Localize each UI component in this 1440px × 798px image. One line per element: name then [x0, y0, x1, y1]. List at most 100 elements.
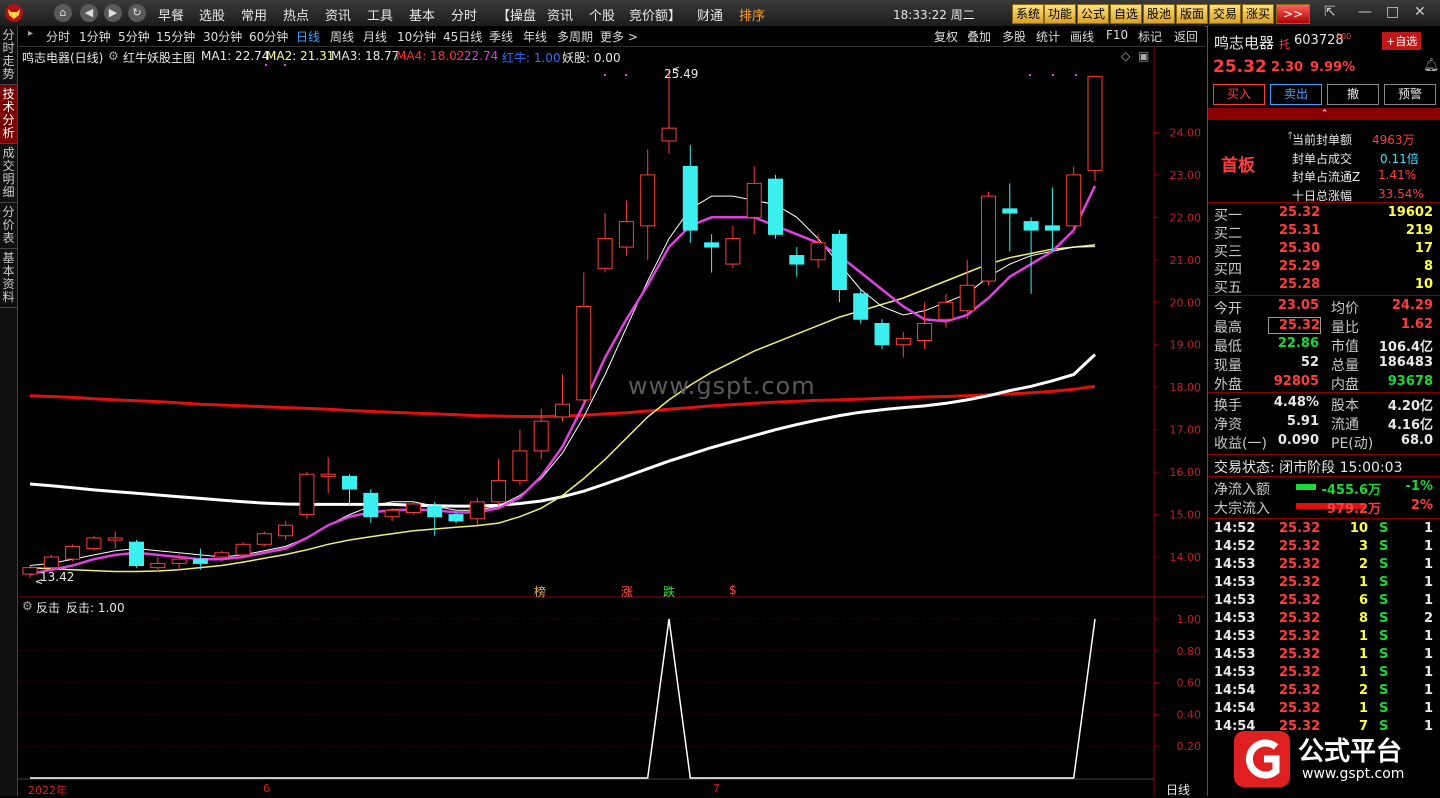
tab-basic-data[interactable]: 基本资料 — [0, 249, 17, 308]
restore-rights-button[interactable]: 复权 — [934, 28, 958, 45]
tick-time: 14:53 — [1214, 611, 1256, 626]
back-icon[interactable]: ◀ — [80, 4, 98, 22]
settings-gear-icon[interactable]: ⚙ — [108, 49, 119, 63]
overlay-button[interactable]: 叠加 — [967, 28, 991, 45]
return-button[interactable]: 返回 — [1174, 28, 1198, 45]
formula-button[interactable]: 公式 — [1077, 4, 1110, 24]
f10-button[interactable]: F10 — [1106, 28, 1128, 42]
divider — [1208, 295, 1440, 296]
layout-button[interactable]: 版面 — [1176, 4, 1209, 24]
sell-button[interactable]: 卖出 — [1270, 84, 1322, 105]
collapse-chevron-icon[interactable]: ⌃ — [1208, 108, 1440, 120]
bell-icon[interactable]: 🔔︎ — [1423, 58, 1440, 73]
menu-trading[interactable]: 【操盘 — [497, 5, 536, 24]
period-daily[interactable]: 日线 — [296, 28, 320, 45]
quote-label: 最低 — [1214, 339, 1242, 355]
candle-up — [256, 533, 272, 545]
candle-down — [427, 505, 443, 518]
x-label-june: 6 — [263, 782, 270, 795]
cancel-order-button[interactable]: 撤 — [1327, 84, 1379, 105]
multi-stock-button[interactable]: 多股 — [1002, 28, 1026, 45]
tick-count: 1 — [1423, 647, 1433, 662]
minimize-icon[interactable]: — — [1358, 4, 1372, 20]
seal-label: 十日总涨幅 — [1292, 188, 1353, 203]
maximize-icon[interactable]: □ — [1386, 4, 1399, 20]
candle-up — [576, 306, 592, 401]
menu-sort[interactable]: 排序 — [739, 5, 765, 24]
period-1min[interactable]: 1分钟 — [79, 28, 111, 45]
buy-button[interactable]: 买入 — [1213, 84, 1265, 105]
quote-value: 92805 — [1273, 374, 1319, 389]
menu-intraday[interactable]: 分时 — [451, 5, 477, 24]
mark-button[interactable]: 标记 — [1138, 28, 1162, 45]
indicator-name[interactable]: 红牛妖股主图 — [123, 49, 195, 66]
tick-time: 14:53 — [1214, 575, 1256, 590]
period-10min[interactable]: 10分钟 — [397, 28, 436, 45]
flow-value: -455.6万 — [1321, 483, 1381, 498]
signal-dot — [284, 64, 286, 66]
toggle-icon[interactable]: ▸ — [28, 28, 33, 39]
system-button[interactable]: 系统 — [1012, 4, 1045, 24]
period-30min[interactable]: 30分钟 — [203, 28, 242, 45]
home-icon[interactable]: ⌂ — [54, 4, 72, 22]
period-multi[interactable]: 多周期 — [557, 28, 593, 45]
tick-side: S — [1379, 647, 1389, 662]
statistics-button[interactable]: 统计 — [1036, 28, 1060, 45]
tick-price: 25.32 — [1279, 575, 1321, 590]
period-weekly[interactable]: 周线 — [330, 28, 354, 45]
more-button[interactable]: >> — [1276, 4, 1310, 24]
tick-count: 1 — [1423, 557, 1433, 572]
period-yearly[interactable]: 年线 — [523, 28, 547, 45]
period-5min[interactable]: 5分钟 — [118, 28, 150, 45]
period-45day[interactable]: 45日线 — [443, 28, 482, 45]
tick-volume: 1 — [1358, 647, 1368, 662]
period-more[interactable]: 更多 > — [600, 28, 638, 45]
period-60min[interactable]: 60分钟 — [249, 28, 288, 45]
menu-tools[interactable]: 工具 — [367, 5, 393, 24]
function-button[interactable]: 功能 — [1044, 4, 1077, 24]
menu-basic[interactable]: 基本 — [409, 5, 435, 24]
close-icon[interactable]: ✕ — [1414, 4, 1426, 20]
tab-trade-details[interactable]: 成交明细 — [0, 144, 17, 203]
alert-button[interactable]: 预警 — [1384, 84, 1436, 105]
sub-settings-icon[interactable]: ⚙ — [22, 599, 33, 613]
watchlist-button[interactable]: 自选 — [1110, 4, 1143, 24]
stock-pool-button[interactable]: 股池 — [1143, 4, 1176, 24]
tab-price-table[interactable]: 分价表 — [0, 203, 17, 249]
menu-stock-picking[interactable]: 选股 — [199, 5, 225, 24]
trade-button[interactable]: 交易 — [1209, 4, 1242, 24]
forward-icon[interactable]: ▶ — [104, 4, 122, 22]
period-quarter[interactable]: 季线 — [489, 28, 513, 45]
add-watchlist-button[interactable]: +自选 — [1382, 32, 1422, 50]
sub-indicator-value: 反击: 1.00 — [66, 601, 125, 615]
period-15min[interactable]: 15分钟 — [156, 28, 195, 45]
menu-hot[interactable]: 热点 — [283, 5, 309, 24]
menu-breakfast[interactable]: 早餐 — [158, 5, 184, 24]
menu-caitong[interactable]: 财通 — [697, 5, 723, 24]
restore-icon[interactable]: ⇱ — [1324, 4, 1336, 20]
menu-stock[interactable]: 个股 — [589, 5, 615, 24]
menu-news[interactable]: 资讯 — [325, 5, 351, 24]
diamond-icon[interactable]: ◇ — [1121, 49, 1130, 63]
period-intraday[interactable]: 分时 — [46, 28, 70, 45]
period-monthly[interactable]: 月线 — [363, 28, 387, 45]
fin-label: 收益(一) — [1214, 436, 1267, 452]
tick-side: S — [1379, 701, 1389, 716]
tab-technical-analysis[interactable]: 技术分析 — [0, 85, 17, 144]
refresh-icon[interactable]: ↻ — [128, 4, 146, 22]
menu-info[interactable]: 资讯 — [547, 5, 573, 24]
candle-up — [469, 501, 485, 520]
draw-line-button[interactable]: 画线 — [1070, 28, 1094, 45]
menu-common[interactable]: 常用 — [241, 5, 267, 24]
tab-intraday-trend[interactable]: 分时走势 — [0, 26, 17, 85]
signal-dot — [1029, 74, 1031, 76]
window-icon[interactable]: ▣ — [1138, 49, 1149, 63]
watermark: www.gspt.com — [628, 372, 816, 400]
limit-up-buy-button[interactable]: 涨买 — [1242, 4, 1275, 24]
divider — [1208, 392, 1440, 393]
menu-auction[interactable]: 竞价额】 — [629, 5, 681, 24]
brand-logo: 公式平台 www.gspt.com — [1232, 729, 1430, 789]
tick-volume: 2 — [1358, 683, 1368, 698]
sub-indicator-name[interactable]: 反击 — [36, 599, 60, 616]
kline-chart[interactable]: 14.00 15.00 16.00 17.00 18.00 19.00 20.00 21.00… — [18, 46, 1206, 796]
